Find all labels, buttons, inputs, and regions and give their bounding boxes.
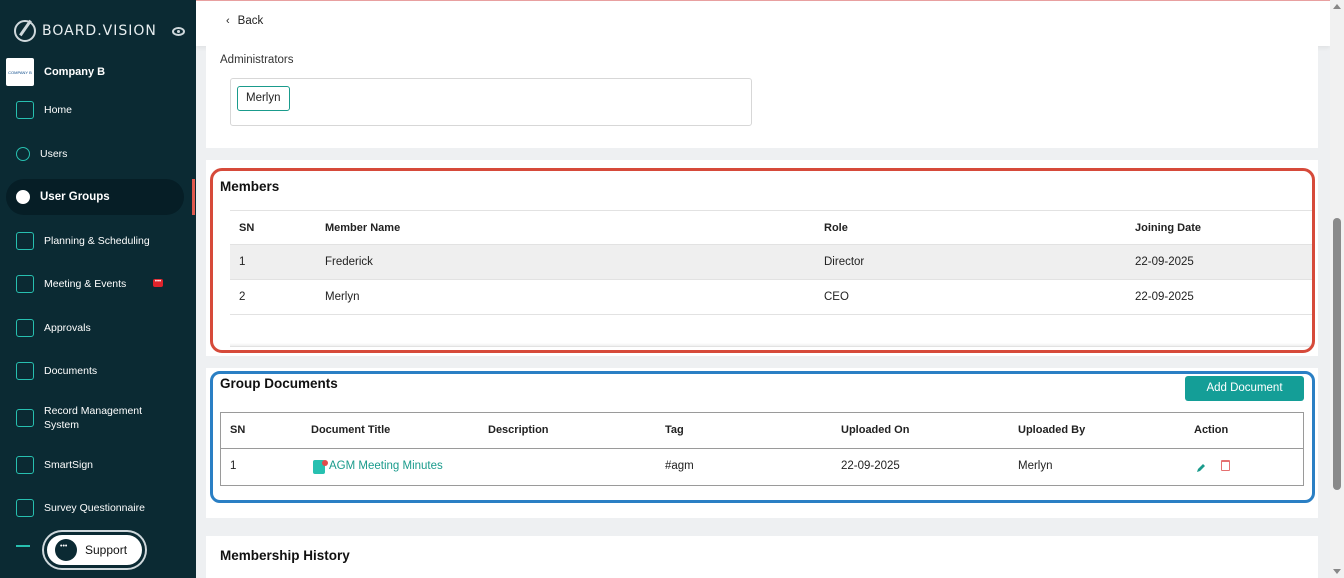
home-icon	[16, 101, 34, 119]
eye-icon[interactable]	[172, 27, 185, 36]
sidebar-item-label: Survey Questionnaire	[44, 502, 145, 514]
bar-chart-icon	[16, 232, 34, 250]
board-vision-logo-icon	[14, 20, 36, 42]
sidebar-item-label: Planning & Scheduling	[44, 235, 150, 247]
sidebar-item-label: Record Management System	[44, 405, 143, 431]
administrators-field[interactable]: Merlyn	[230, 78, 752, 126]
brand-logo[interactable]: BOARD.VISION	[14, 20, 157, 42]
sidebar-item-label: Home	[44, 104, 73, 116]
back-button[interactable]: ‹ Back	[226, 15, 263, 27]
scroll-down-arrow-icon[interactable]	[1333, 569, 1341, 574]
approvals-icon	[16, 319, 34, 337]
chevron-left-icon: ‹	[226, 15, 230, 27]
sidebar-item-label: Meeting & Events	[44, 278, 127, 290]
partially-hidden-nav-icon	[16, 545, 30, 547]
active-indicator	[192, 179, 195, 215]
sidebar-item-meeting-events[interactable]: Meeting & Events •••	[6, 266, 184, 302]
notification-badge: •••	[153, 279, 163, 287]
signature-icon	[16, 456, 34, 474]
back-label: Back	[237, 15, 264, 27]
sidebar-item-user-groups[interactable]: User Groups	[6, 179, 184, 215]
sidebar-item-planning-scheduling[interactable]: Planning & Scheduling	[6, 223, 184, 259]
scrollbar-thumb[interactable]	[1333, 218, 1341, 490]
calendar-icon	[16, 275, 34, 293]
brand-name: BOARD.VISION	[42, 23, 157, 39]
record-management-icon	[16, 409, 34, 427]
sidebar-item-label: Users	[40, 148, 68, 160]
support-label: Support	[85, 543, 128, 557]
scroll-up-arrow-icon[interactable]	[1333, 4, 1341, 9]
members-highlight	[210, 168, 1315, 353]
sidebar-item-home[interactable]: Home	[6, 92, 184, 128]
administrators-card: Administrators Merlyn	[206, 46, 1318, 148]
sidebar-item-label: Documents	[44, 365, 98, 377]
user-group-icon	[16, 190, 30, 204]
sidebar-item-label: SmartSign	[44, 459, 94, 471]
top-bar: ‹ Back	[196, 0, 1330, 46]
user-icon	[16, 147, 30, 161]
sidebar-item-label: Approvals	[44, 322, 91, 334]
sidebar-item-label: User Groups	[40, 191, 110, 203]
administrators-label: Administrators	[220, 54, 294, 66]
sidebar-item-survey-questionnaire[interactable]: Survey Questionnaire	[6, 490, 184, 526]
sidebar-item-approvals[interactable]: Approvals	[6, 310, 184, 346]
company-name: Company B	[44, 66, 106, 78]
scrollbar[interactable]	[1330, 0, 1344, 578]
membership-history-title: Membership History	[220, 548, 350, 563]
sidebar-item-documents[interactable]: Documents	[6, 353, 184, 389]
documents-icon	[16, 362, 34, 380]
chat-icon	[55, 539, 77, 561]
main-content: ‹ Back Administrators Merlyn Members SN …	[196, 0, 1330, 578]
survey-icon	[16, 499, 34, 517]
company-switcher[interactable]: COMPANY B Company B	[6, 58, 105, 86]
group-documents-highlight	[210, 371, 1315, 503]
sidebar-item-users[interactable]: Users	[6, 136, 184, 172]
sidebar-item-record-management[interactable]: Record Management System	[6, 400, 184, 436]
administrator-chip[interactable]: Merlyn	[237, 86, 290, 111]
sidebar: BOARD.VISION COMPANY B Company B Home Us…	[0, 0, 196, 578]
company-logo: COMPANY B	[6, 58, 34, 86]
sidebar-item-smartsign[interactable]: SmartSign	[6, 447, 184, 483]
membership-history-card: Membership History	[206, 536, 1318, 578]
support-button[interactable]: Support	[44, 532, 145, 568]
